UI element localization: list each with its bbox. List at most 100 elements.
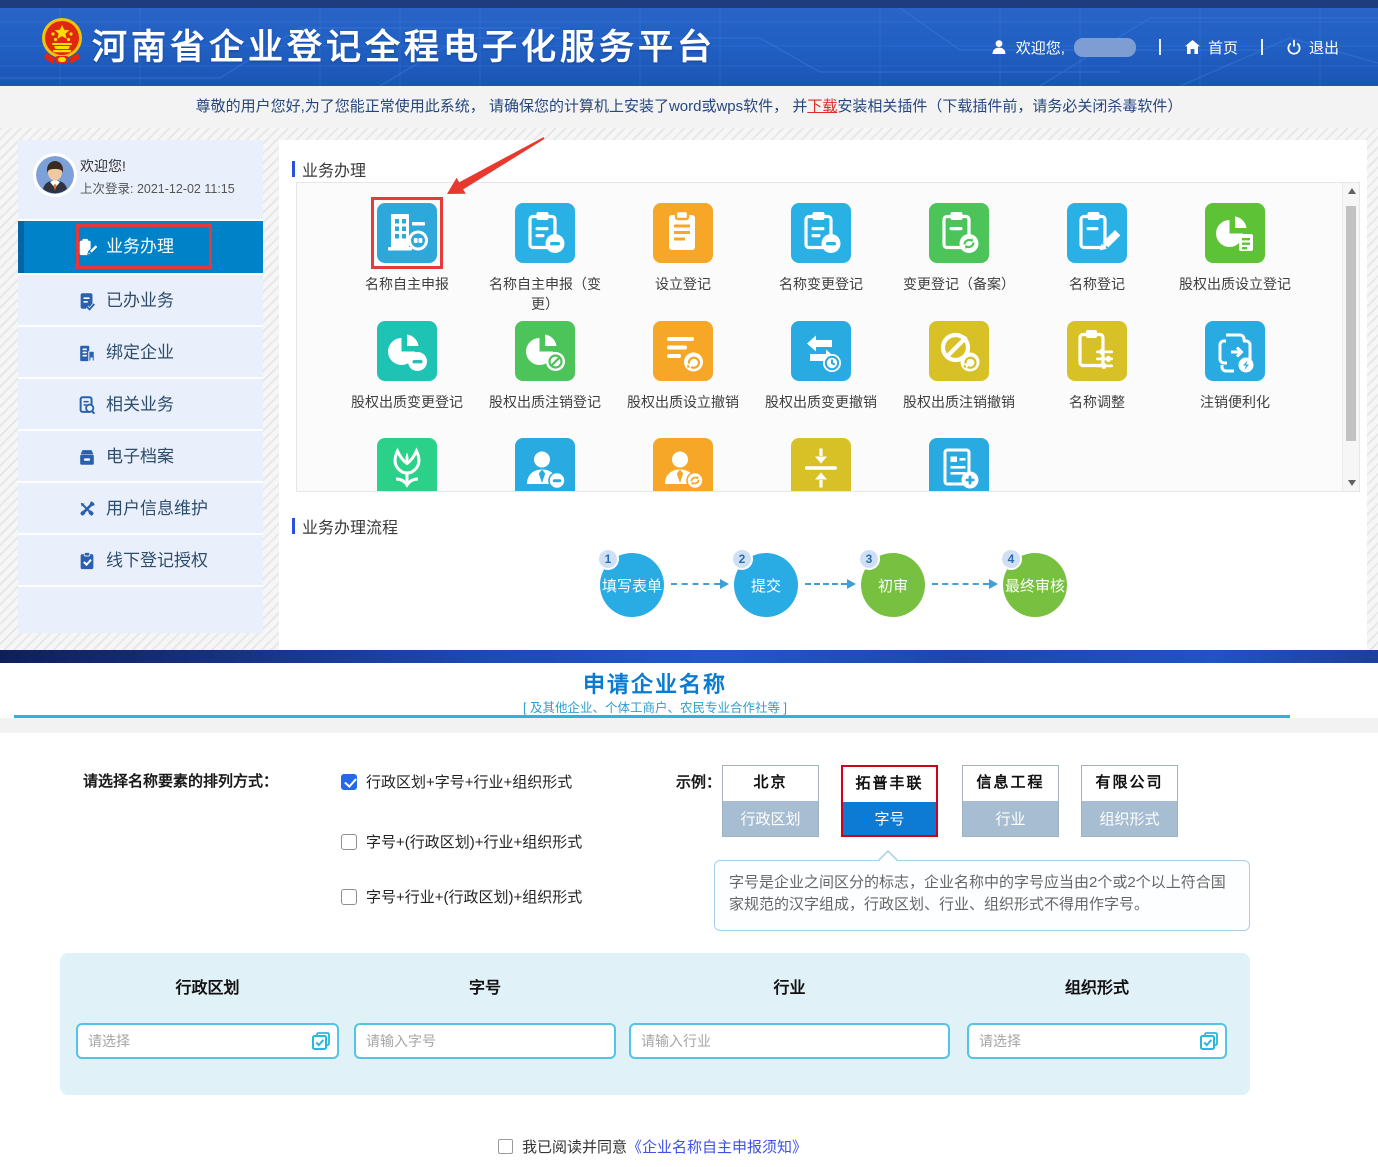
scrollbar-up-arrow[interactable] bbox=[1343, 183, 1360, 199]
example-box-组织形式[interactable]: 有限公司 组织形式 bbox=[1081, 765, 1178, 837]
building-icon bbox=[377, 203, 437, 263]
example-name: 北京 bbox=[723, 766, 818, 801]
flow-step-3: 3 初审 bbox=[861, 553, 925, 617]
sidebar-item-7[interactable]: 线下登记授权 bbox=[18, 533, 263, 585]
example-box-行业[interactable]: 信息工程 行业 bbox=[962, 765, 1059, 837]
clipboard-lines-icon bbox=[653, 203, 713, 263]
service-tile[interactable] bbox=[890, 438, 1028, 492]
section-title-text: 业务办理 bbox=[302, 157, 366, 181]
header-banner: 河南省企业登记全程电子化服务平台 欢迎您, 首页 bbox=[0, 8, 1378, 86]
service-tile-注销便利化[interactable]: 注销便利化 bbox=[1166, 321, 1304, 412]
field-input-字号[interactable] bbox=[356, 1025, 614, 1057]
section-title-business: 业务办理 bbox=[292, 157, 366, 181]
service-tile-名称调整[interactable]: 名称调整 bbox=[1028, 321, 1166, 412]
sidebar-item-6[interactable]: 用户信息维护 bbox=[18, 481, 263, 533]
lines-undo-icon bbox=[653, 321, 713, 381]
arrangement-option-3[interactable]: 字号+行业+(行政区划)+组织形式 bbox=[341, 886, 582, 907]
nav-home[interactable]: 首页 bbox=[1184, 37, 1238, 58]
apply-title: 申请企业名称 bbox=[0, 667, 1310, 699]
field-input-组织形式[interactable] bbox=[969, 1025, 1225, 1057]
menu-auth-icon bbox=[77, 551, 97, 571]
flow-step-number: 1 bbox=[597, 548, 619, 570]
flow-step-number: 3 bbox=[858, 548, 880, 570]
select-checkbox-icon[interactable] bbox=[312, 1032, 330, 1050]
sidebar-item-label: 业务办理 bbox=[106, 221, 174, 273]
service-tile-名称自主申报[interactable]: 名称自主申报 bbox=[338, 203, 476, 314]
service-tile-股权出质变更登记[interactable]: 股权出质变更登记 bbox=[338, 321, 476, 412]
sidebar-item-5[interactable]: 电子档案 bbox=[18, 429, 263, 481]
nav-logout[interactable]: 退出 bbox=[1286, 37, 1339, 58]
service-tile-股权出质设立撤销[interactable]: 股权出质设立撤销 bbox=[614, 321, 752, 412]
flow-step-2: 2 提交 bbox=[734, 553, 798, 617]
service-tile[interactable] bbox=[338, 438, 476, 492]
clipboard-pencil-icon bbox=[1067, 203, 1127, 263]
service-tile-股权出质注销登记[interactable]: 股权出质注销登记 bbox=[476, 321, 614, 412]
tulip-icon bbox=[377, 438, 437, 492]
agree-checkbox[interactable] bbox=[498, 1139, 513, 1154]
sidebar-item-1[interactable]: 业务办理 bbox=[18, 221, 263, 273]
arrangement-option-2[interactable]: 字号+(行政区划)+行业+组织形式 bbox=[341, 831, 582, 852]
example-name: 信息工程 bbox=[963, 766, 1058, 801]
service-tile-名称登记[interactable]: 名称登记 bbox=[1028, 203, 1166, 314]
agreement-row: 我已阅读并同意 《企业名称自主申报须知》 bbox=[0, 1136, 1305, 1157]
sidebar-item-4[interactable]: 相关业务 bbox=[18, 377, 263, 429]
select-checkbox-icon[interactable] bbox=[1200, 1032, 1218, 1050]
sidebar-item-2[interactable]: 已办业务 bbox=[18, 273, 263, 325]
apply-screenshot: 申请企业名称 [ 及其他企业、个体工商户、农民专业合作社等 ] 请选择名称要素的… bbox=[0, 650, 1378, 1167]
field-header-行政区划: 行政区划 bbox=[76, 974, 339, 998]
field-input-wrap-字号 bbox=[354, 1023, 616, 1059]
scrollbar-thumb[interactable] bbox=[1346, 206, 1356, 441]
service-label: 股权出质注销登记 bbox=[476, 392, 614, 412]
tip-callout: 字号是企业之间区分的标志，企业名称中的字号应当由2个或2个以上符合国家规范的汉字… bbox=[714, 860, 1250, 931]
service-tile-股权出质注销撤销[interactable]: 股权出质注销撤销 bbox=[890, 321, 1028, 412]
sidebar-item-label: 已办业务 bbox=[106, 275, 174, 327]
notice-text-post: 安装相关插件（下载插件前，请务必关闭杀毒软件） bbox=[837, 98, 1182, 115]
option-checkbox-checked[interactable] bbox=[341, 774, 357, 790]
pie-doc-icon bbox=[1205, 203, 1265, 263]
menu-biz-icon bbox=[77, 237, 97, 257]
section-title-flow: 业务办理流程 bbox=[292, 514, 398, 538]
sidebar-item-3[interactable]: 绑定企业 bbox=[18, 325, 263, 377]
callout-notch-inner bbox=[878, 852, 898, 862]
person-refresh-icon bbox=[653, 438, 713, 492]
service-tile-变更登记（备案）[interactable]: 变更登记（备案） bbox=[890, 203, 1028, 314]
service-tile[interactable] bbox=[614, 438, 752, 492]
option-label: 字号+(行政区划)+行业+组织形式 bbox=[366, 831, 582, 852]
arrangement-label: 请选择名称要素的排列方式： bbox=[83, 770, 278, 791]
service-tile-股权出质设立登记[interactable]: 股权出质设立登记 bbox=[1166, 203, 1304, 314]
service-tile-设立登记[interactable]: 设立登记 bbox=[614, 203, 752, 314]
service-tile[interactable] bbox=[476, 438, 614, 492]
flow-connector bbox=[671, 583, 720, 585]
example-box-字号[interactable]: 拓普丰联 字号 bbox=[841, 765, 938, 837]
gray-strip bbox=[0, 718, 1378, 733]
sidebar-item-label: 用户信息维护 bbox=[106, 483, 208, 535]
option-checkbox[interactable] bbox=[341, 834, 357, 850]
pie-minus-icon bbox=[377, 321, 437, 381]
field-input-wrap-行政区划 bbox=[76, 1023, 339, 1059]
avatar bbox=[36, 156, 74, 194]
sidebar-item-label: 电子档案 bbox=[106, 431, 174, 483]
option-checkbox[interactable] bbox=[341, 889, 357, 905]
last-login: 上次登录: 2021-12-02 11:15 bbox=[80, 178, 235, 197]
flow-step-label: 填写表单 bbox=[602, 575, 662, 596]
service-tile[interactable] bbox=[752, 438, 890, 492]
field-input-行业[interactable] bbox=[631, 1025, 948, 1057]
notice-bar: 尊敬的用户您好,为了您能正常使用此系统， 请确保您的计算机上安装了word或wp… bbox=[0, 86, 1378, 128]
national-emblem-logo bbox=[41, 17, 83, 65]
service-tile-股权出质变更撤销[interactable]: 股权出质变更撤销 bbox=[752, 321, 890, 412]
example-name: 拓普丰联 bbox=[843, 767, 936, 802]
example-tag: 字号 bbox=[843, 802, 936, 835]
example-label: 示例： bbox=[676, 771, 721, 792]
field-input-行政区划[interactable] bbox=[78, 1025, 337, 1057]
arrangement-option-1[interactable]: 行政区划+字号+行业+组织形式 bbox=[341, 771, 572, 792]
service-tile-名称变更登记[interactable]: 名称变更登记 bbox=[752, 203, 890, 314]
flow-step-4: 4 最终审核 bbox=[1003, 553, 1067, 617]
service-label: 名称变更登记 bbox=[752, 274, 890, 294]
service-label: 名称自主申报（变更） bbox=[485, 274, 605, 314]
download-link[interactable]: 下载 bbox=[807, 98, 837, 115]
example-box-行政区划[interactable]: 北京 行政区划 bbox=[722, 765, 819, 837]
agree-link[interactable]: 《企业名称自主申报须知》 bbox=[627, 1136, 807, 1157]
page: 河南省企业登记全程电子化服务平台 欢迎您, 首页 bbox=[0, 0, 1378, 1167]
scrollbar-down-arrow[interactable] bbox=[1343, 475, 1360, 491]
service-tile-名称自主申报（变更）[interactable]: 名称自主申报（变更） bbox=[476, 203, 614, 314]
